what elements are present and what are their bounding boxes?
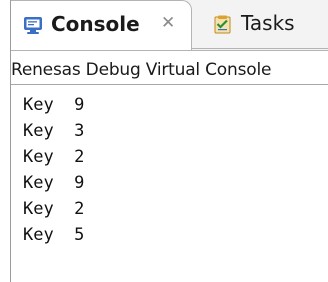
console-view: Console ✕ Tasks Renesas Debug Virtual Co…	[0, 0, 328, 282]
output-line: Key 9	[23, 173, 85, 193]
tab-tasks[interactable]: Tasks	[192, 0, 328, 49]
tab-console-label: Console	[51, 12, 140, 36]
close-icon[interactable]: ✕	[161, 13, 175, 33]
output-line: Key 2	[23, 147, 85, 167]
tab-console[interactable]: Console ✕	[11, 0, 192, 51]
output-line: Key 9	[23, 95, 85, 115]
console-output[interactable]: Key 9 Key 3 Key 2 Key 9 Key 2 Key 5	[23, 92, 84, 248]
console-icon	[23, 15, 43, 35]
console-name-divider	[11, 84, 328, 85]
tab-tasks-label: Tasks	[241, 11, 295, 35]
tab-strip-divider	[11, 50, 328, 51]
console-name: Renesas Debug Virtual Console	[11, 60, 272, 80]
output-line: Key 2	[23, 199, 85, 219]
tasks-icon	[213, 14, 233, 34]
output-line: Key 3	[23, 121, 85, 141]
output-line: Key 5	[23, 225, 85, 245]
